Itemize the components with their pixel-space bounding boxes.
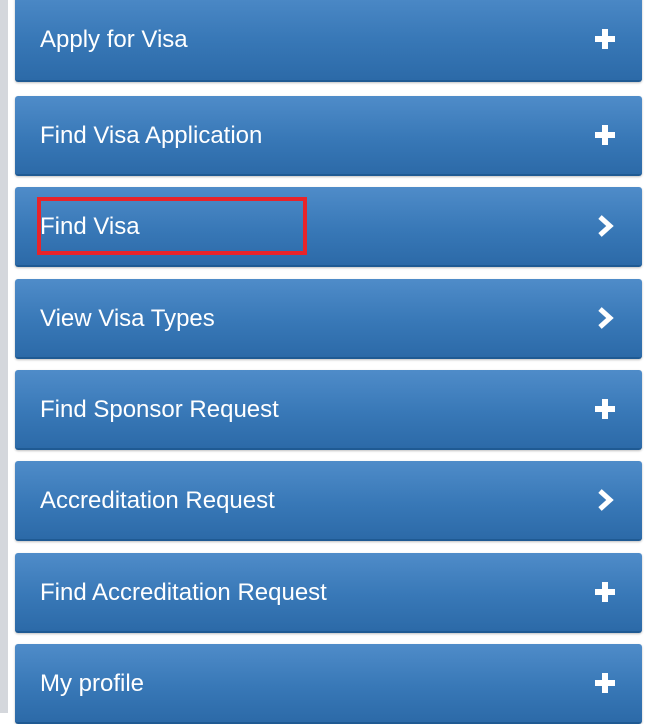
menu-item-find-visa[interactable]: Find Visa (15, 187, 642, 267)
menu-item-find-visa-application[interactable]: Find Visa Application (15, 96, 642, 176)
menu-item-find-accreditation-request[interactable]: Find Accreditation Request (15, 553, 642, 633)
plus-icon[interactable] (594, 581, 616, 603)
plus-icon[interactable] (594, 672, 616, 694)
menu-item-apply-for-visa[interactable]: Apply for Visa (15, 0, 642, 82)
left-edge-divider (0, 0, 8, 713)
plus-icon[interactable] (594, 398, 616, 420)
menu-item-label: Find Sponsor Request (40, 396, 279, 423)
menu-item-label: My profile (40, 670, 145, 697)
menu-item-accreditation-request[interactable]: Accreditation Request (15, 461, 642, 541)
menu-item-view-visa-types[interactable]: View Visa Types (15, 279, 642, 359)
menu-item-label: Accreditation Request (40, 487, 275, 514)
menu-item-label: Apply for Visa (40, 26, 188, 53)
chevron-right-icon[interactable] (594, 307, 616, 329)
menu-item-label: View Visa Types (40, 305, 215, 332)
chevron-right-icon[interactable] (594, 489, 616, 511)
menu-item-find-sponsor-request[interactable]: Find Sponsor Request (15, 370, 642, 450)
chevron-right-icon[interactable] (594, 215, 616, 237)
visa-menu: Apply for Visa Find Visa Application Fin… (15, 0, 642, 724)
menu-item-my-profile[interactable]: My profile (15, 644, 642, 724)
plus-icon[interactable] (594, 28, 616, 50)
menu-item-label: Find Accreditation Request (40, 579, 327, 606)
plus-icon[interactable] (594, 124, 616, 146)
menu-item-label: Find Visa (40, 213, 140, 240)
menu-item-label: Find Visa Application (40, 122, 263, 149)
